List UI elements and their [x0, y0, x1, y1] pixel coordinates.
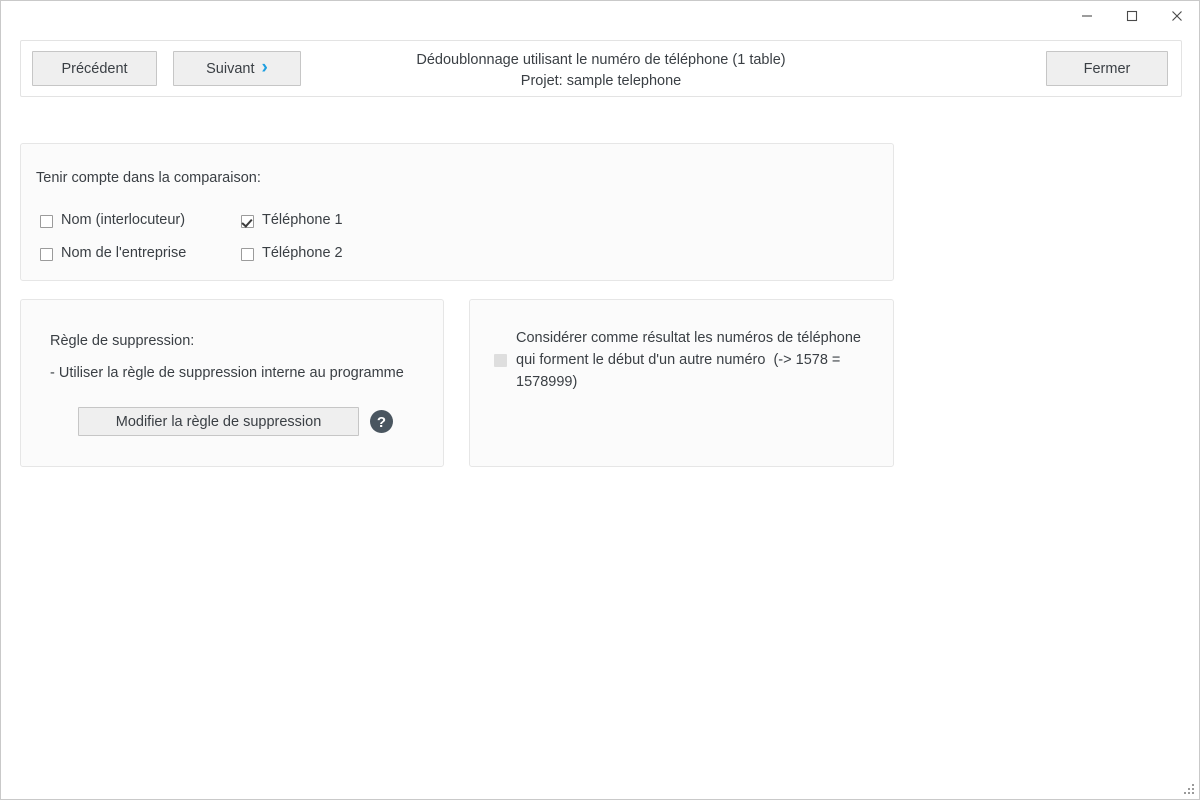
checkbox-nom-interlocuteur[interactable]: Nom (interlocuteur) [40, 212, 185, 228]
deletion-rule-current: - Utiliser la règle de suppression inter… [50, 365, 404, 381]
checkbox-telephone-1[interactable]: Téléphone 1 [241, 212, 343, 228]
previous-button[interactable]: Précédent [32, 51, 157, 86]
title-bar [1, 1, 1199, 31]
minimize-button[interactable] [1064, 1, 1109, 31]
edit-deletion-rule-label: Modifier la règle de suppression [115, 413, 322, 430]
checkbox-label: Considérer comme résultat les numéros de… [516, 330, 865, 390]
deletion-rule-panel: Règle de suppression: - Utiliser la règl… [20, 299, 444, 467]
prefix-match-panel: Considérer comme résultat les numéros de… [469, 299, 894, 467]
window-content: Précédent Suivant › Dédoublonnage utilis… [1, 31, 1199, 799]
checkbox-label: Téléphone 1 [262, 212, 343, 228]
next-button[interactable]: Suivant › [173, 51, 301, 86]
checkbox-nom-entreprise[interactable]: Nom de l'entreprise [40, 245, 186, 261]
checkbox-box[interactable] [40, 215, 53, 228]
next-button-label: Suivant [206, 60, 255, 77]
checkbox-label: Téléphone 2 [262, 245, 343, 261]
comparison-heading: Tenir compte dans la comparaison: [36, 170, 261, 186]
checkbox-box[interactable] [241, 215, 254, 228]
checkbox-prefix-match: Considérer comme résultat les numéros de… [494, 327, 874, 393]
checkbox-telephone-2[interactable]: Téléphone 2 [241, 245, 343, 261]
application-window: Précédent Suivant › Dédoublonnage utilis… [0, 0, 1200, 800]
resize-grip[interactable] [1182, 782, 1195, 795]
question-mark-circle-icon[interactable]: ? [370, 410, 393, 433]
checkbox-box[interactable] [241, 248, 254, 261]
checkbox-box [494, 353, 507, 367]
deletion-rule-heading: Règle de suppression: [50, 333, 195, 349]
checkbox-label: Nom (interlocuteur) [61, 212, 186, 228]
checkbox-label: Nom de l'entreprise [61, 245, 187, 261]
close-wizard-button-label: Fermer [1083, 60, 1131, 77]
edit-deletion-rule-button[interactable]: Modifier la règle de suppression [78, 407, 359, 436]
chevron-right-icon: › [261, 57, 268, 78]
comparison-options-panel: Tenir compte dans la comparaison: Nom (i… [20, 143, 894, 281]
close-wizard-button[interactable]: Fermer [1046, 51, 1168, 86]
checkbox-box[interactable] [40, 248, 53, 261]
maximize-button[interactable] [1109, 1, 1154, 31]
previous-button-label: Précédent [61, 60, 128, 77]
svg-text:?: ? [377, 414, 386, 431]
wizard-toolbar: Précédent Suivant › Dédoublonnage utilis… [20, 40, 1182, 97]
close-button[interactable] [1154, 1, 1199, 31]
